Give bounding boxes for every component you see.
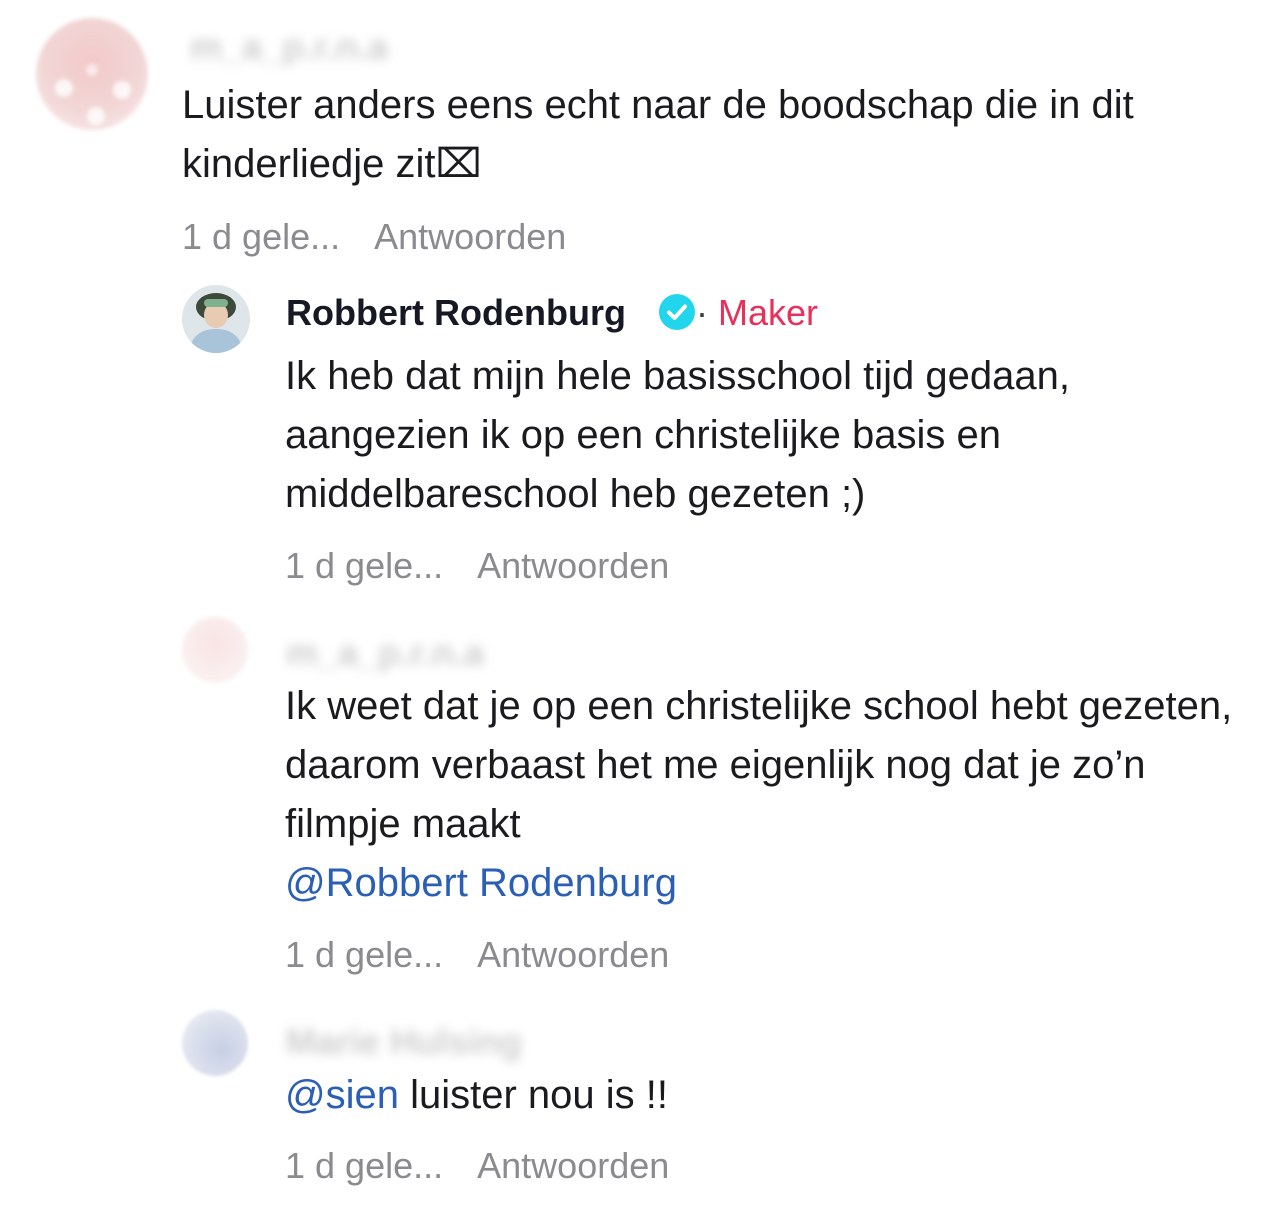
- avatar[interactable]: [36, 18, 148, 130]
- avatar[interactable]: [182, 285, 250, 353]
- reply-button[interactable]: Antwoorden: [374, 216, 566, 257]
- comment-text: Ik weet dat je op een christelijke schoo…: [285, 677, 1245, 913]
- comment-meta: 1 d gele... Antwoorden: [285, 934, 669, 976]
- reply-button[interactable]: Antwoorden: [477, 934, 669, 975]
- maker-badge: Maker: [718, 292, 819, 333]
- comment-text: Luister anders eens echt naar de boodsch…: [182, 76, 1252, 194]
- comment-meta: 1 d gele... Antwoorden: [182, 216, 566, 258]
- comment-meta: 1 d gele... Antwoorden: [285, 545, 669, 587]
- reply-button[interactable]: Antwoorden: [477, 1145, 669, 1186]
- badge-separator: ·: [695, 292, 708, 333]
- comment-username[interactable]: m_a_p.r.n.a: [190, 26, 388, 68]
- emoji-placeholder: ⌧: [435, 142, 482, 186]
- username-text[interactable]: Robbert Rodenburg: [286, 292, 626, 333]
- comment-text: Ik heb dat mijn hele basisschool tijd ge…: [285, 354, 1070, 516]
- avatar[interactable]: [182, 617, 248, 683]
- mention-link[interactable]: @Robbert Rodenburg: [285, 854, 1245, 913]
- avatar[interactable]: [182, 1010, 248, 1076]
- profile-photo-icon: [182, 285, 250, 353]
- comment-meta: 1 d gele... Antwoorden: [285, 1145, 669, 1187]
- comment-username[interactable]: Robbert Rodenburg · Maker: [286, 292, 818, 334]
- comment-time: 1 d gele...: [285, 1145, 444, 1186]
- comment-text: @sien luister nou is !!: [285, 1066, 1245, 1125]
- comment-text-content: luister nou is !!: [398, 1073, 668, 1117]
- comment-time: 1 d gele...: [285, 934, 444, 975]
- comment-time: 1 d gele...: [285, 545, 444, 586]
- comment-text-content: Ik weet dat je op een christelijke schoo…: [285, 684, 1233, 846]
- reply-button[interactable]: Antwoorden: [477, 545, 669, 586]
- verified-badge-icon: [658, 294, 695, 330]
- comment-username[interactable]: Marie Hulsing: [286, 1021, 522, 1063]
- flower-pattern-icon: [55, 64, 131, 125]
- comment-username[interactable]: m_a_p.r.n.a: [286, 632, 484, 674]
- comment-time: 1 d gele...: [182, 216, 341, 257]
- mention-link[interactable]: @sien: [285, 1073, 399, 1117]
- comment-text-content: Luister anders eens echt naar de boodsch…: [182, 83, 1134, 186]
